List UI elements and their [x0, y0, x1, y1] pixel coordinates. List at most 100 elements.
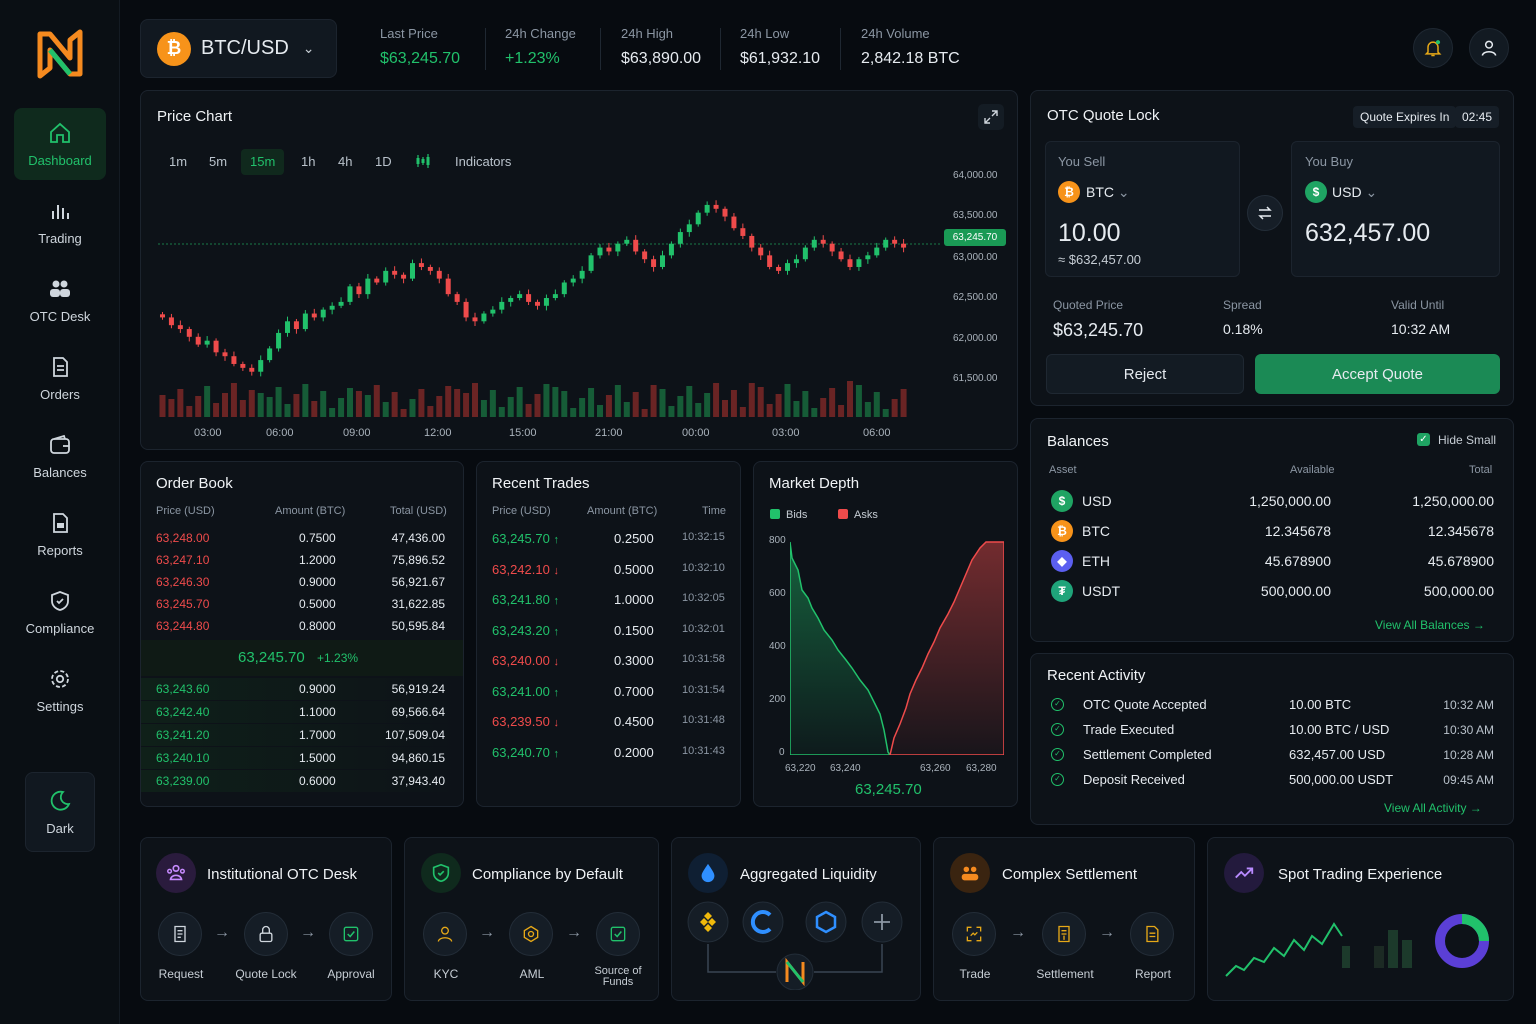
- view-all-balances-link[interactable]: View All Balances →: [1375, 618, 1485, 632]
- balance-available: 500,000.00: [1260, 583, 1331, 599]
- candle-body: [302, 313, 308, 330]
- volume-bar: [507, 397, 514, 417]
- dollar-icon: $: [1305, 181, 1327, 203]
- candle-body: [374, 278, 380, 283]
- x-tick: 00:00: [682, 427, 710, 439]
- volume-bar: [829, 388, 836, 417]
- candle-body: [749, 235, 755, 248]
- trade-down-arrow-icon: ↓: [553, 564, 559, 577]
- kyc-icon: [423, 912, 467, 956]
- balance-total: 45.678900: [1427, 553, 1494, 569]
- candle-body: [427, 266, 433, 271]
- balance-available: 1,250,000.00: [1249, 493, 1331, 509]
- pair-selector[interactable]: ₿ BTC/USD ⌄: [140, 19, 337, 78]
- swap-button[interactable]: [1247, 195, 1283, 231]
- sidebar-item-reports[interactable]: Reports: [14, 498, 106, 570]
- volume-bar: [677, 396, 684, 417]
- bid-price: 63,243.60: [156, 682, 210, 696]
- notifications-button[interactable]: [1413, 28, 1453, 68]
- ask-total: 56,921.67: [391, 575, 445, 589]
- step-label: KYC: [433, 967, 459, 981]
- sidebar-item-label: Trading: [38, 230, 82, 246]
- feature-title: Compliance by Default: [472, 866, 623, 883]
- depth-y-tick: 200: [769, 694, 786, 705]
- sidebar-item-compliance[interactable]: Compliance: [14, 576, 106, 648]
- valid-until-label: Valid Until: [1391, 298, 1445, 312]
- candle-body: [847, 259, 853, 267]
- balance-asset: USD: [1082, 493, 1112, 509]
- balances-header-available: Available: [1290, 464, 1335, 476]
- view-all-activity-link[interactable]: View All Activity →: [1384, 801, 1482, 815]
- volume-bar: [355, 391, 362, 417]
- trade-up-arrow-icon: ↑: [553, 595, 559, 607]
- sidebar-item-otc-desk[interactable]: OTC Desk: [14, 264, 106, 336]
- buy-asset-select[interactable]: USD ⌄: [1332, 184, 1377, 201]
- trade-price: 63,241.80: [492, 592, 550, 607]
- volume-bar: [739, 407, 746, 417]
- candle-body: [588, 255, 594, 271]
- sidebar-item-dashboard[interactable]: Dashboard: [14, 108, 106, 180]
- volume-bar: [686, 386, 693, 417]
- volume-bar: [552, 387, 559, 417]
- volume-bar: [257, 393, 264, 417]
- sell-asset-select[interactable]: BTC ⌄: [1086, 184, 1130, 201]
- volume-bar: [159, 395, 166, 417]
- volume-bar: [516, 387, 523, 417]
- ask-total: 75,896.52: [391, 553, 445, 567]
- volume-bar: [570, 408, 577, 417]
- sidebar-item-settings[interactable]: Settings: [14, 654, 106, 726]
- ob-mid-change: +1.23%: [317, 651, 359, 665]
- volume-bar: [864, 402, 871, 417]
- hide-small-checkbox[interactable]: ✓: [1417, 433, 1430, 446]
- trade-time: 10:32:15: [682, 531, 725, 543]
- candle-body: [356, 286, 362, 295]
- sidebar-item-balances[interactable]: Balances: [14, 420, 106, 492]
- accept-quote-button[interactable]: Accept Quote: [1255, 354, 1500, 394]
- expand-button[interactable]: [978, 104, 1004, 130]
- y-tick: 62,000.00: [953, 333, 998, 344]
- report-icon: [53, 512, 68, 533]
- candle-body: [695, 212, 701, 225]
- candle-body: [892, 239, 898, 244]
- volume-bar: [882, 409, 889, 417]
- candle-body: [195, 336, 201, 345]
- sidebar-item-orders[interactable]: Orders: [14, 342, 106, 414]
- reject-button[interactable]: Reject: [1046, 354, 1244, 394]
- balance-available: 45.678900: [1264, 553, 1331, 569]
- profile-button[interactable]: [1469, 28, 1509, 68]
- candle-body: [222, 352, 228, 357]
- candle-body: [838, 251, 844, 260]
- candle-body: [517, 294, 523, 299]
- candle-body: [168, 317, 174, 326]
- trade-price: 63,240.00: [492, 653, 550, 668]
- theme-toggle[interactable]: Dark: [25, 772, 95, 852]
- volume-bar: [579, 398, 586, 417]
- spread-value: 0.18%: [1223, 321, 1263, 337]
- bid-price: 63,242.40: [156, 705, 210, 719]
- ask-amount: 0.9000: [299, 575, 336, 589]
- otc-title: OTC Quote Lock: [1047, 107, 1160, 124]
- lock-icon: [244, 912, 288, 956]
- stat-24h-volume: 24h Volume 2,842.18 BTC: [861, 26, 960, 67]
- buy-amount-input[interactable]: 632,457.00: [1305, 219, 1430, 248]
- brand-logo[interactable]: [36, 28, 84, 80]
- volume-bar: [873, 392, 880, 417]
- activity-time: 09:45 AM: [1443, 773, 1494, 787]
- trend-up-icon: [1224, 853, 1264, 893]
- volume-bar: [436, 396, 443, 417]
- x-tick: 21:00: [595, 427, 623, 439]
- step-label: Source of Funds: [594, 965, 642, 988]
- balance-available: 12.345678: [1264, 523, 1331, 539]
- candle-body: [722, 208, 728, 217]
- volume-bar: [177, 389, 184, 417]
- bid-amount: 0.6000: [299, 774, 336, 788]
- liquidity-diagram: [687, 901, 903, 990]
- sell-amount-input[interactable]: 10.00: [1058, 219, 1121, 248]
- sidebar-item-trading[interactable]: Trading: [14, 186, 106, 258]
- volume-bar: [695, 403, 702, 417]
- trade-price: 63,245.70: [492, 531, 550, 546]
- volume-bar: [614, 385, 621, 417]
- y-tick: 63,000.00: [953, 252, 998, 263]
- bitcoin-icon: ₿: [157, 31, 191, 66]
- volume-bar: [498, 407, 505, 417]
